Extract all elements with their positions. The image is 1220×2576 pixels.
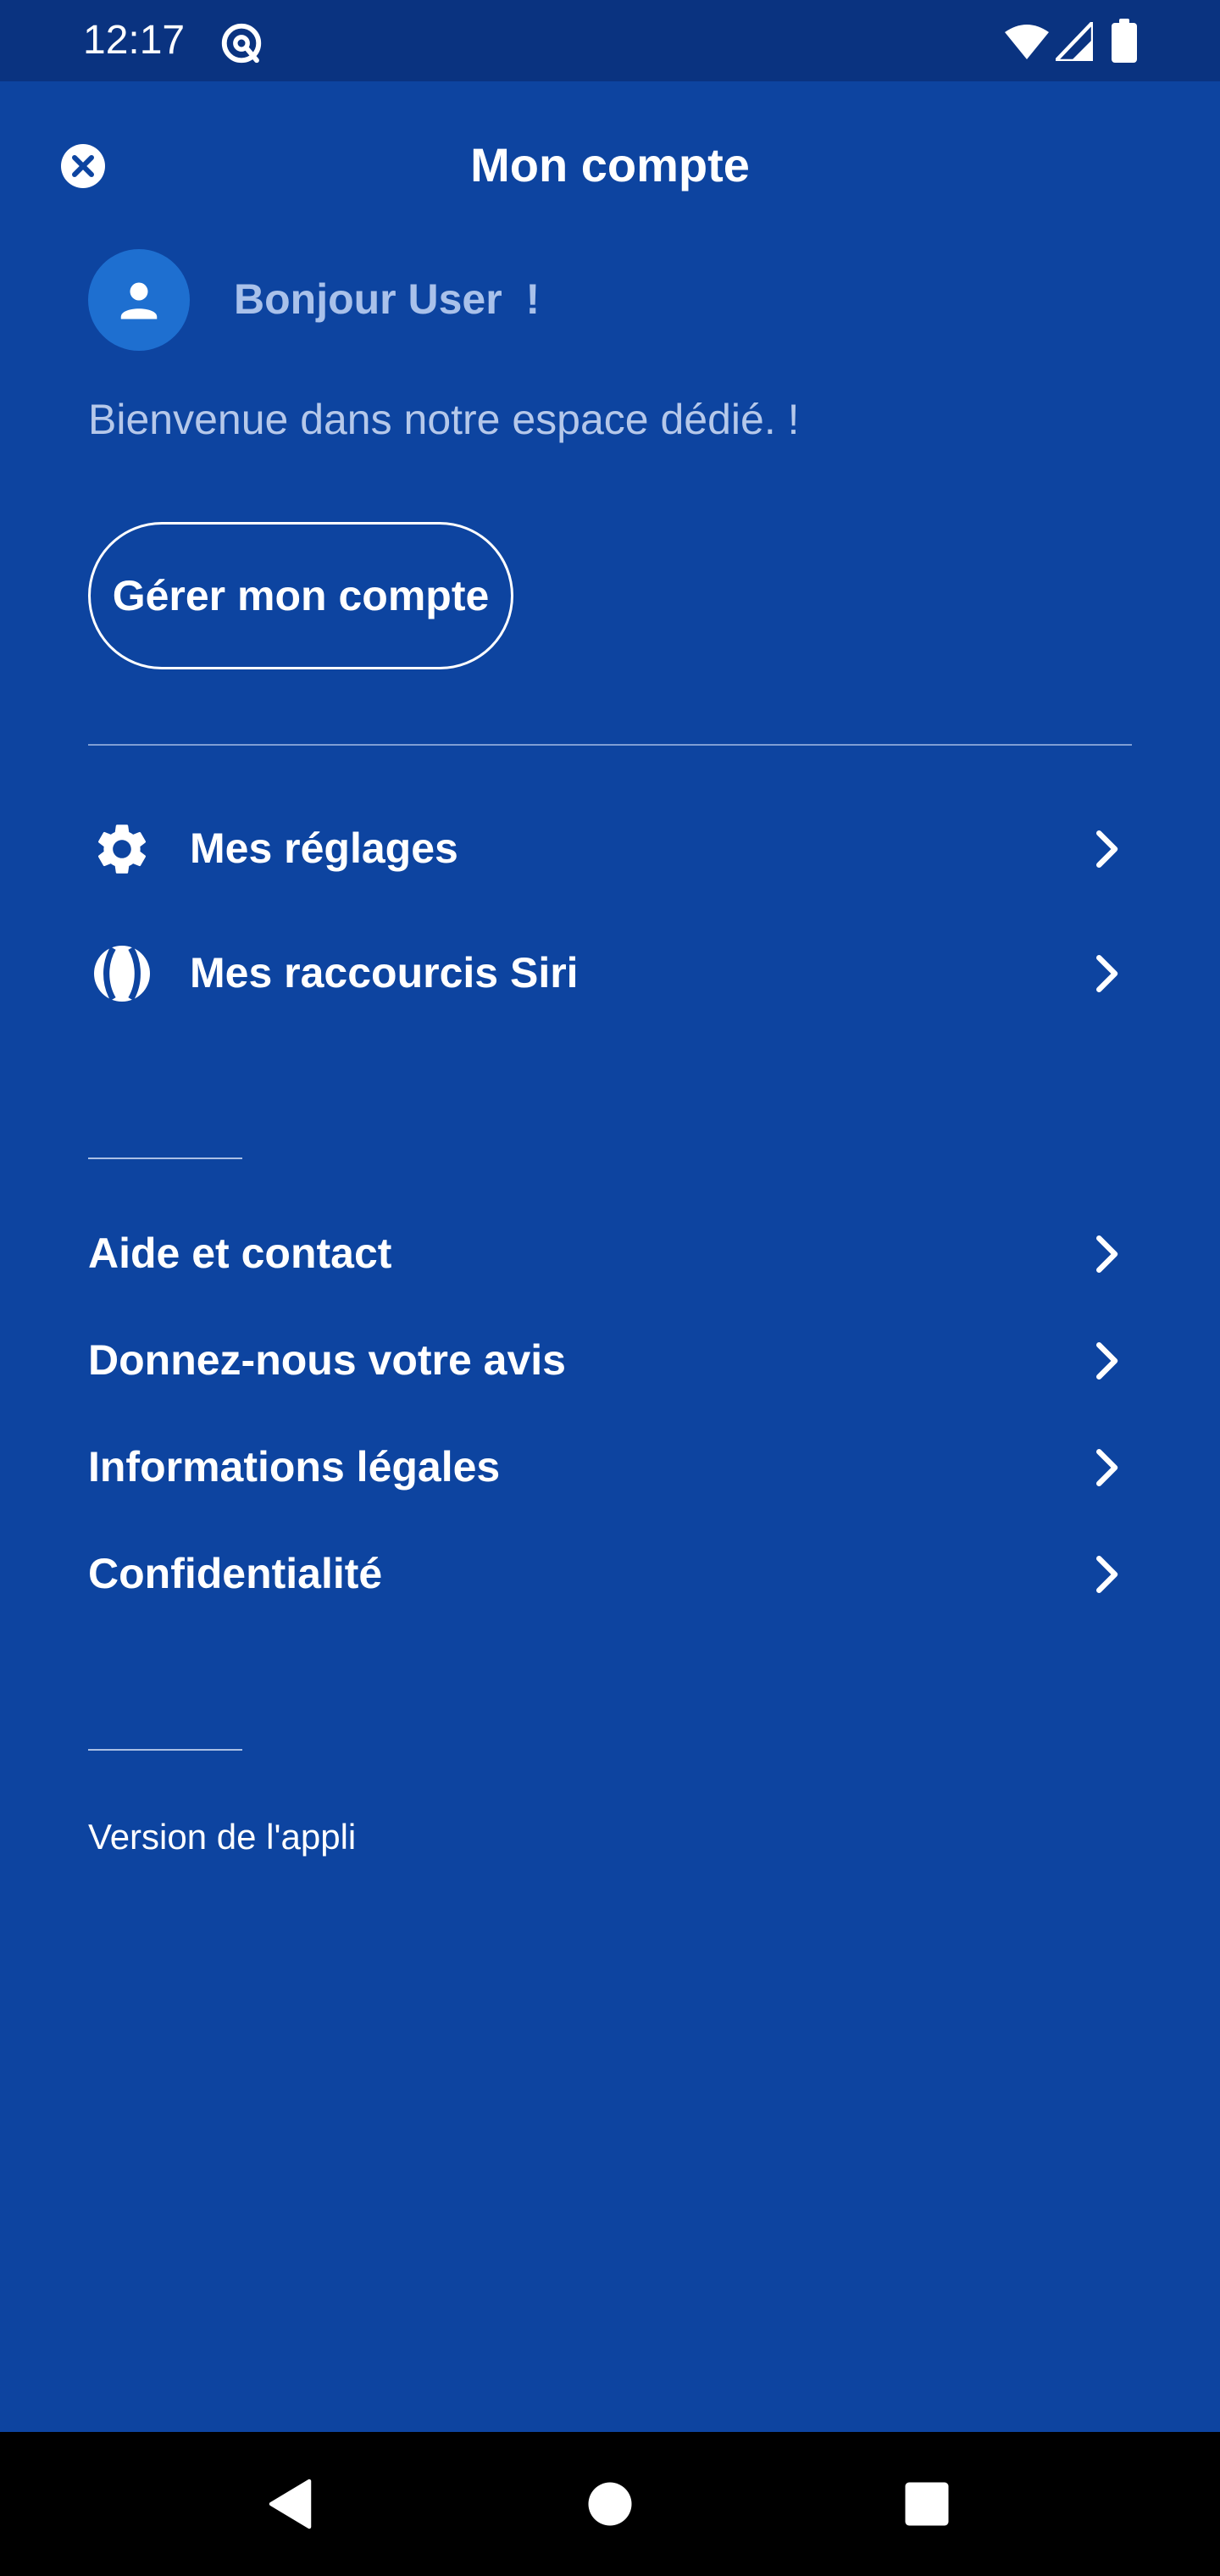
status-time: 12:17: [83, 18, 186, 63]
chevron-right-icon: [1096, 1342, 1118, 1380]
section-divider: [88, 1158, 242, 1159]
chevron-right-icon: [1096, 1556, 1118, 1593]
wifi-icon: [1005, 25, 1049, 59]
at-sign-icon: [221, 23, 262, 64]
menu-item-label: Aide et contact: [88, 1230, 392, 1277]
avatar: [88, 249, 190, 351]
battery-icon: [1112, 19, 1137, 63]
status-bar: 12:17: [0, 0, 1220, 81]
menu-item-help-contact[interactable]: Aide et contact: [88, 1207, 1132, 1300]
menu-item-feedback[interactable]: Donnez-nous votre avis: [88, 1313, 1132, 1407]
close-button[interactable]: [59, 142, 107, 190]
manage-account-button[interactable]: Gérer mon compte: [88, 522, 513, 669]
close-circle-icon: [61, 144, 105, 188]
welcome-text: Bienvenue dans notre espace dédié. !: [88, 396, 800, 443]
page-title: Mon compte: [470, 138, 750, 192]
chevron-right-icon: [1096, 1235, 1118, 1273]
gear-icon: [97, 824, 147, 874]
app-version-label: Version de l'appli: [88, 1817, 357, 1857]
menu-item-siri-shortcuts[interactable]: Mes raccourcis Siri: [88, 926, 1132, 1019]
menu-item-settings[interactable]: Mes réglages: [88, 802, 1132, 895]
home-circle-icon[interactable]: [580, 2473, 640, 2534]
menu-item-legal-info[interactable]: Informations légales: [88, 1420, 1132, 1513]
siri-shortcuts-icon: [94, 946, 150, 1002]
greeting-text: Bonjour User !: [234, 275, 541, 323]
recents-square-icon[interactable]: [896, 2473, 957, 2534]
chevron-right-icon: [1096, 955, 1118, 992]
cellular-signal-icon: [1056, 22, 1093, 61]
navigation-bar: [0, 2432, 1220, 2576]
back-triangle-icon[interactable]: [261, 2473, 322, 2534]
section-divider: [88, 1749, 242, 1751]
menu-item-label: Mes raccourcis Siri: [190, 949, 579, 997]
menu-item-label: Donnez-nous votre avis: [88, 1336, 566, 1384]
person-icon: [120, 282, 158, 319]
chevron-right-icon: [1096, 830, 1118, 868]
menu-item-label: Mes réglages: [190, 824, 458, 872]
menu-item-privacy[interactable]: Confidentialité: [88, 1527, 1132, 1620]
menu-item-label: Confidentialité: [88, 1550, 383, 1597]
section-divider: [88, 744, 1132, 746]
menu-item-label: Informations légales: [88, 1443, 501, 1491]
chevron-right-icon: [1096, 1449, 1118, 1486]
